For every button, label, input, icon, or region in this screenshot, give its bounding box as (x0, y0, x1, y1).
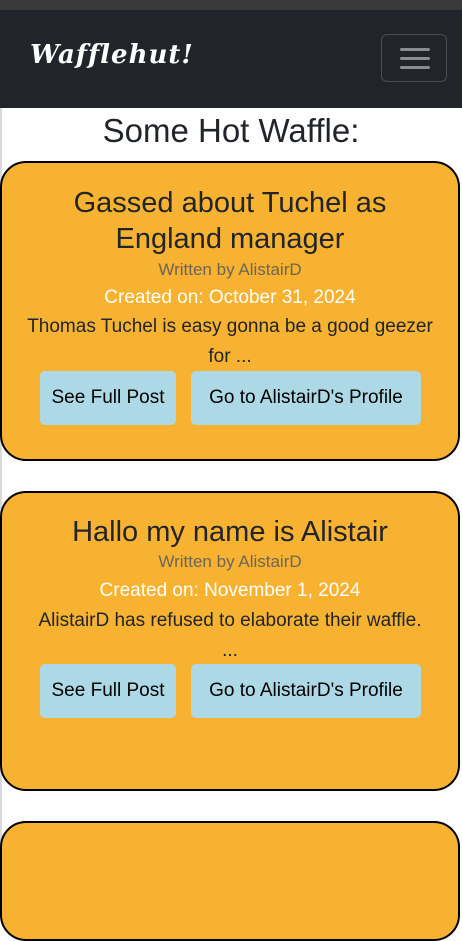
post-card: Gassed about Tuchel as England manager W… (0, 161, 460, 461)
brand-link[interactable]: Wafflehut! (30, 40, 194, 70)
post-title-line: Hallo my name is Alistair (72, 516, 388, 548)
hamburger-menu-icon (400, 57, 430, 60)
go-to-profile-button[interactable]: Go to AlistairD's Profile (191, 664, 421, 718)
post-card (0, 821, 460, 941)
hamburger-menu-icon (400, 66, 430, 69)
post-title-line: England manager (115, 223, 345, 255)
page-title: Some Hot Waffle: (102, 112, 360, 149)
post-title-line: Gassed about Tuchel as (73, 187, 387, 219)
browser-top-strip (0, 0, 462, 10)
post-excerpt-line: for ... (208, 346, 252, 367)
post-excerpt-line: AlistairD has refused to elaborate their… (38, 610, 422, 631)
go-to-profile-button[interactable]: Go to AlistairD's Profile (191, 371, 421, 425)
navbar: Wafflehut! (0, 10, 462, 108)
post-author: Written by AlistairD (158, 552, 302, 571)
see-full-post-button[interactable]: See Full Post (40, 371, 176, 425)
post-excerpt-line: ... (222, 640, 238, 661)
post-author: Written by AlistairD (158, 260, 302, 279)
post-card: Hallo my name is Alistair Written by Ali… (0, 491, 460, 791)
hamburger-menu-icon (400, 48, 430, 51)
see-full-post-button[interactable]: See Full Post (40, 664, 176, 718)
navbar-toggle-button[interactable] (381, 34, 447, 82)
post-date: Created on: November 1, 2024 (99, 580, 361, 601)
post-date: Created on: October 31, 2024 (104, 287, 356, 308)
post-excerpt-line: Thomas Tuchel is easy gonna be a good ge… (27, 316, 433, 337)
